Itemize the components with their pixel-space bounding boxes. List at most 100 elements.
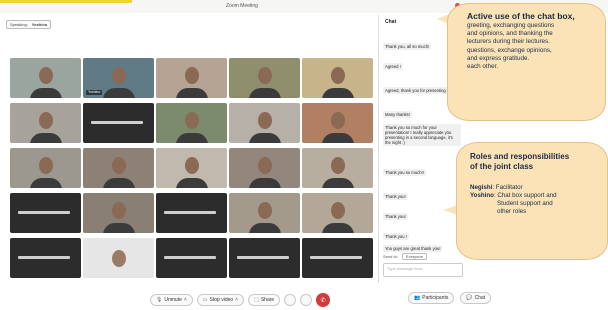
participant-tile[interactable] [83, 148, 154, 188]
participant-video [257, 201, 272, 219]
participant-name-plate [18, 256, 70, 259]
participant-name-plate [164, 211, 216, 214]
participant-tile[interactable] [156, 58, 227, 98]
participant-name-plate [91, 121, 143, 124]
participant-video-body [248, 88, 281, 98]
participant-video [330, 111, 345, 129]
chat-message-text: Thank you! [383, 193, 408, 200]
role-text: : Chat box support and [493, 192, 557, 199]
chat-message-text: Thank you so much for your presentation!… [383, 124, 461, 146]
participant-tile[interactable] [302, 148, 373, 188]
participant-tile[interactable] [229, 58, 300, 98]
participant-video [330, 156, 345, 174]
chevron-up-icon: ˄ [183, 297, 187, 303]
share-button[interactable]: ⬚ Share [248, 294, 281, 306]
chat-message-text: Agreed ! [383, 63, 403, 70]
reactions-button[interactable] [284, 294, 297, 306]
callout-line: greeting, exchanging questions [467, 22, 555, 29]
participant-video-body [321, 178, 354, 188]
callout-body: greeting, exchanging questions and opinio… [467, 22, 597, 71]
participant-video [330, 66, 345, 84]
participant-video [257, 66, 272, 84]
participant-tile[interactable] [156, 238, 227, 278]
participant-tile[interactable] [83, 238, 154, 278]
participant-tile[interactable] [10, 193, 81, 233]
role-name: Negishi [470, 184, 493, 191]
role-text: : Facilitator [492, 184, 523, 191]
participant-tile[interactable] [302, 193, 373, 233]
chat-message-text: You guys are great thank you! [383, 245, 443, 252]
phone-icon: ✆ [320, 297, 326, 304]
stop-video-label: Stop video [209, 297, 234, 303]
participant-video-body [321, 133, 354, 143]
participant-video-body [248, 133, 281, 143]
panel-toggles: 👥 Participants 💬 Chat [408, 292, 492, 304]
participant-tile[interactable] [302, 103, 373, 143]
chevron-up-icon: ˄ [235, 297, 239, 303]
participant-name-plate [164, 256, 216, 259]
participant-video [257, 156, 272, 174]
chat-title: Chat [385, 19, 397, 25]
chat-box-callout: Active use of the chat box, greeting, ex… [447, 3, 606, 121]
participant-video [38, 111, 53, 129]
meeting-toolbar: 🎙 Unmute ˄ ▭ Stop video ˄ ⬚ Share ✆ [150, 292, 331, 308]
participant-tile[interactable] [229, 103, 300, 143]
participant-tile[interactable] [302, 238, 373, 278]
chat-bubble-icon: 💬 [466, 295, 473, 301]
camera-icon: ▭ [202, 297, 208, 303]
speaking-indicator: Speaking: Yoshino [6, 20, 52, 29]
share-screen-icon: ⬚ [254, 297, 259, 303]
participant-tile[interactable] [156, 148, 227, 188]
chat-toggle-label: Chat [474, 295, 486, 301]
gallery-view: Yoshino [10, 58, 373, 279]
unmute-label: Unmute [164, 297, 182, 303]
speaking-name: Yoshino [31, 22, 48, 27]
speaking-label: Speaking: [10, 22, 28, 27]
send-to-row: Send to: Everyone [383, 253, 427, 260]
participant-tile[interactable] [10, 103, 81, 143]
participant-video-body [102, 88, 135, 98]
more-button[interactable] [300, 294, 313, 306]
participant-video-body [248, 178, 281, 188]
chat-message: Thank you! [383, 185, 463, 203]
role-yoshino: Yoshino: Chat box support and [470, 192, 599, 200]
participant-name-plate [237, 256, 289, 259]
send-to-select[interactable]: Everyone [401, 253, 427, 260]
roles-heading-2: of the joint class [470, 162, 534, 171]
participant-video-body [29, 178, 62, 188]
chat-message: Thank you so much for your presentation!… [383, 123, 463, 149]
participant-video [38, 66, 53, 84]
participant-tile[interactable] [10, 238, 81, 278]
participant-video-body [175, 178, 208, 188]
chat-message-text: Thank you, all so much! [383, 43, 432, 50]
participant-tile[interactable]: Yoshino [83, 58, 154, 98]
participant-tile[interactable] [156, 193, 227, 233]
microphone-icon: 🎙 [156, 297, 163, 303]
participant-video-body [321, 88, 354, 98]
participant-video-body [102, 223, 135, 233]
chat-message-text: Thank you so much!! [383, 169, 426, 176]
participant-tile[interactable] [229, 193, 300, 233]
stop-video-button[interactable]: ▭ Stop video ˄ [196, 294, 245, 306]
participant-tile[interactable] [156, 103, 227, 143]
leave-button[interactable]: ✆ [316, 293, 331, 307]
participant-tile[interactable] [302, 58, 373, 98]
share-label: Share [260, 297, 275, 303]
chat-input[interactable]: Type message here... [383, 263, 463, 277]
participant-avatar [111, 250, 126, 267]
unmute-button[interactable]: 🎙 Unmute ˄ [150, 294, 193, 306]
participant-video [184, 66, 199, 84]
participant-video [111, 201, 126, 219]
participant-tile[interactable] [10, 58, 81, 98]
header-highlight [0, 0, 132, 3]
participant-tile[interactable] [229, 148, 300, 188]
chat-toggle-button[interactable]: 💬 Chat [460, 292, 492, 304]
participants-button[interactable]: 👥 Participants [408, 292, 455, 304]
participant-tile[interactable] [229, 238, 300, 278]
participant-video-body [29, 133, 62, 143]
participant-tile[interactable] [83, 103, 154, 143]
participant-tile[interactable] [10, 148, 81, 188]
participant-name-plate [18, 211, 70, 214]
callout-line: each other. [467, 63, 499, 71]
participant-tile[interactable] [83, 193, 154, 233]
